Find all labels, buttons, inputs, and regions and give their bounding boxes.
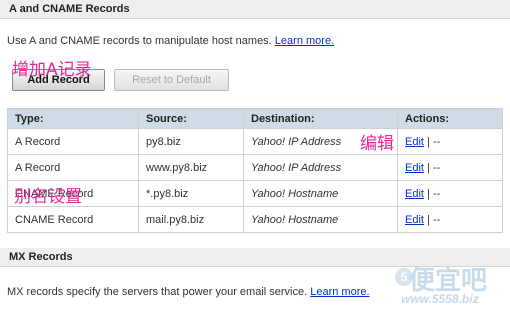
record-actions: Edit | --: [397, 180, 503, 207]
mx-description-text: MX records specify the servers that powe…: [7, 286, 308, 298]
record-destination: Yahoo! Hostname: [243, 180, 398, 207]
watermark: 5 便宜吧 www.5558.biz: [395, 262, 505, 310]
record-destination: Yahoo! Hostname: [243, 206, 398, 233]
a-cname-section-title: A and CNAME Records: [9, 3, 130, 15]
record-actions: Edit | --: [397, 128, 503, 155]
watermark-url: www.5558.biz: [401, 292, 479, 306]
record-actions: Edit | --: [397, 206, 503, 233]
column-header-type: Type:: [7, 108, 139, 129]
record-destination: Yahoo! IP Address: [243, 154, 398, 181]
edit-link[interactable]: Edit: [405, 188, 424, 200]
record-source: mail.py8.biz: [138, 206, 244, 233]
record-type: A Record: [7, 128, 139, 155]
a-cname-learn-more-link[interactable]: Learn more.: [275, 35, 334, 47]
record-source: www.py8.biz: [138, 154, 244, 181]
edit-link[interactable]: Edit: [405, 214, 424, 226]
column-header-actions: Actions:: [397, 108, 503, 129]
mx-description: MX records specify the servers that powe…: [7, 286, 370, 298]
action-separator: | --: [423, 161, 441, 174]
action-separator: | --: [423, 187, 441, 200]
table-row: A Record www.py8.biz Yahoo! IP Address E…: [7, 154, 503, 181]
table-row: CNAME Record mail.py8.biz Yahoo! Hostnam…: [7, 206, 503, 233]
column-header-destination: Destination:: [243, 108, 398, 129]
annotation-alias-setup: 别名设置: [14, 187, 82, 207]
records-table: Type: Source: Destination: Actions: A Re…: [7, 108, 503, 233]
reset-to-default-button: Reset to Default: [114, 69, 229, 91]
edit-link[interactable]: Edit: [405, 162, 424, 174]
a-cname-description: Use A and CNAME records to manipulate ho…: [7, 35, 334, 47]
column-header-source: Source:: [138, 108, 244, 129]
action-separator: | --: [423, 135, 441, 148]
records-table-header: Type: Source: Destination: Actions:: [7, 108, 503, 129]
a-cname-description-text: Use A and CNAME records to manipulate ho…: [7, 35, 272, 47]
mx-learn-more-link[interactable]: Learn more.: [310, 286, 369, 298]
edit-link[interactable]: Edit: [405, 136, 424, 148]
record-type: A Record: [7, 154, 139, 181]
record-source: py8.biz: [138, 128, 244, 155]
record-actions: Edit | --: [397, 154, 503, 181]
action-separator: | --: [423, 213, 441, 226]
table-row: A Record py8.biz Yahoo! IP Address Edit …: [7, 128, 503, 155]
mx-section-title: MX Records: [9, 251, 73, 263]
a-cname-section-header: A and CNAME Records: [0, 0, 510, 19]
annotation-edit: 编辑: [360, 134, 394, 154]
record-type: CNAME Record: [7, 206, 139, 233]
record-source: *.py8.biz: [138, 180, 244, 207]
annotation-add-a-record: 增加A记录: [12, 60, 92, 80]
